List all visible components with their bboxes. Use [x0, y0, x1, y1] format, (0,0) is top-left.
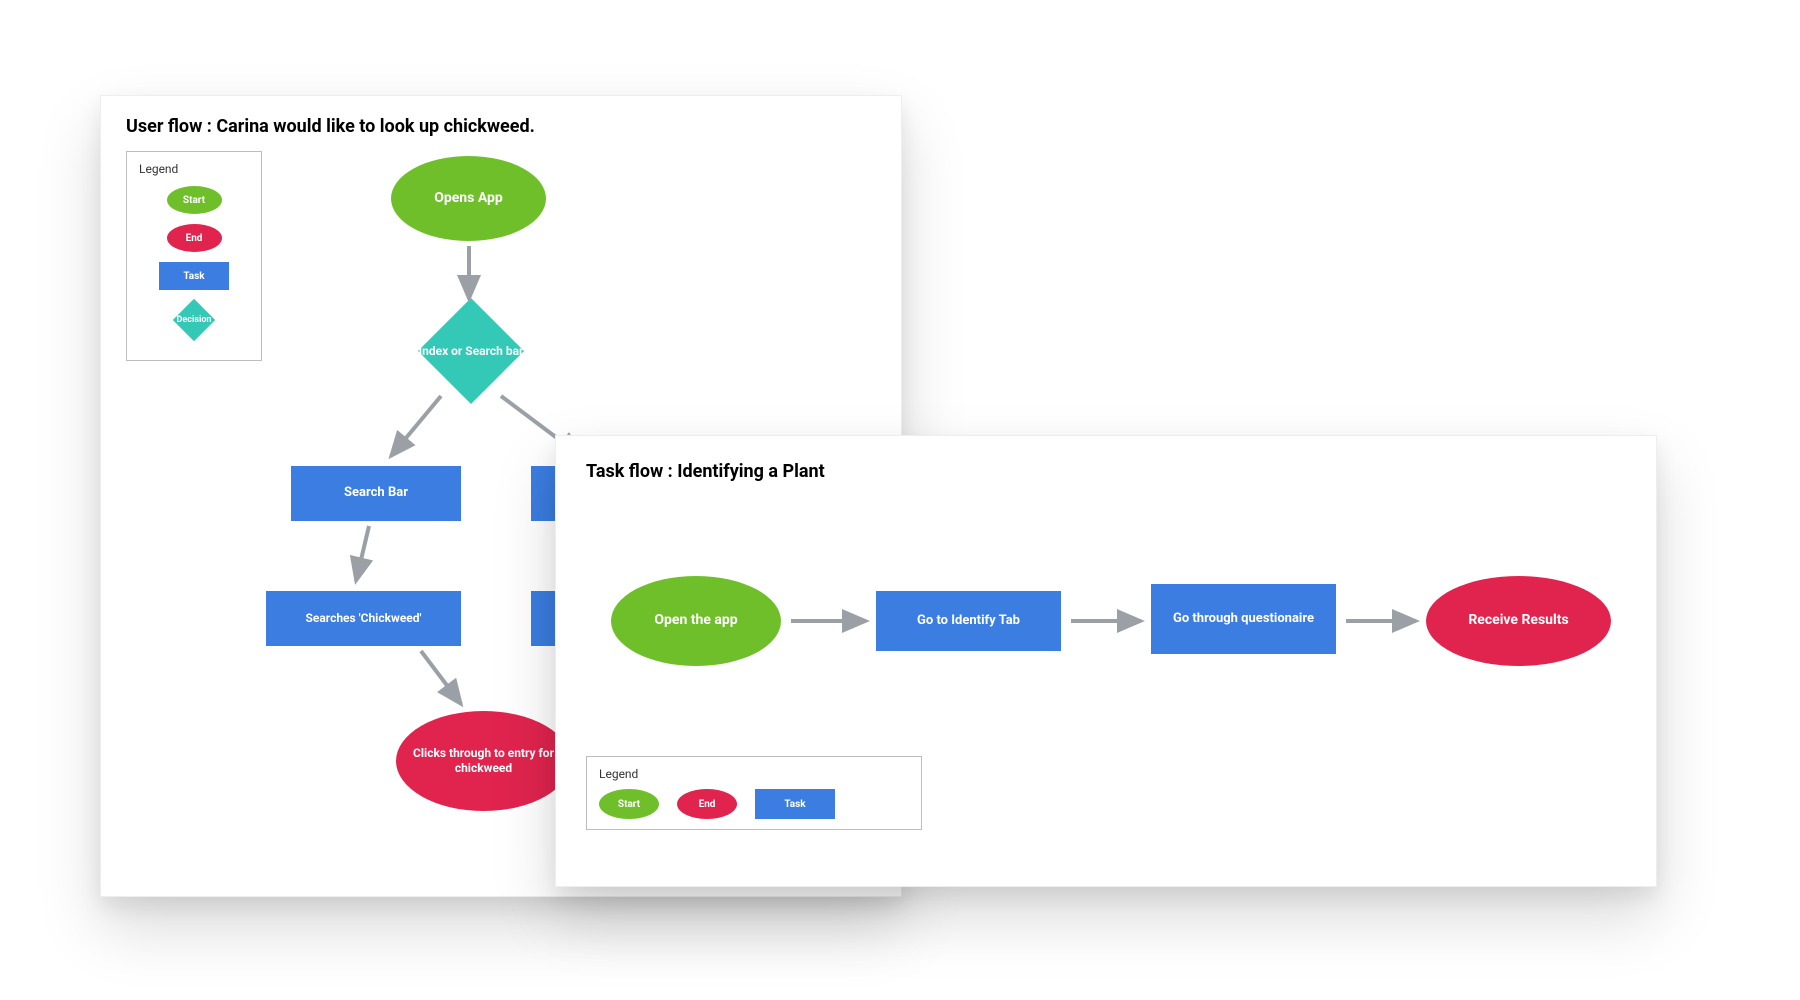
user-flow-title: User flow : Carina would like to look up… — [126, 116, 535, 137]
legend-start-swatch: Start — [599, 789, 659, 819]
task-flow-legend: Legend Start End Task — [586, 756, 922, 830]
task-flow-title: Task flow : Identifying a Plant — [586, 461, 825, 482]
node-search-bar: Search Bar — [291, 466, 461, 521]
node-go-identify: Go to Identify Tab — [876, 591, 1061, 651]
legend-end-swatch: End — [167, 224, 222, 252]
user-flow-legend: Legend Start End Task Decision — [126, 151, 262, 361]
legend-start-swatch: Start — [167, 186, 222, 214]
legend-task-swatch: Task — [755, 789, 835, 819]
legend-title: Legend — [599, 767, 909, 781]
task-flow-card: Task flow : Identifying a Plant Open the… — [555, 435, 1657, 887]
node-go-questionnaire: Go through questionaire — [1151, 584, 1336, 654]
node-receive-results: Receive Results — [1426, 576, 1611, 666]
node-opens-app: Opens App — [391, 156, 546, 241]
legend-task-swatch: Task — [159, 262, 229, 290]
node-open-the-app: Open the app — [611, 576, 781, 666]
node-decision-index-or-search: Index or Search bar — [396, 306, 546, 396]
legend-title: Legend — [139, 162, 249, 176]
legend-decision-swatch: Decision — [159, 300, 229, 340]
legend-end-swatch: End — [677, 789, 737, 819]
node-clicks-through: Clicks through to entry for chickweed — [396, 711, 571, 811]
node-searches-chickweed: Searches 'Chickweed' — [266, 591, 461, 646]
